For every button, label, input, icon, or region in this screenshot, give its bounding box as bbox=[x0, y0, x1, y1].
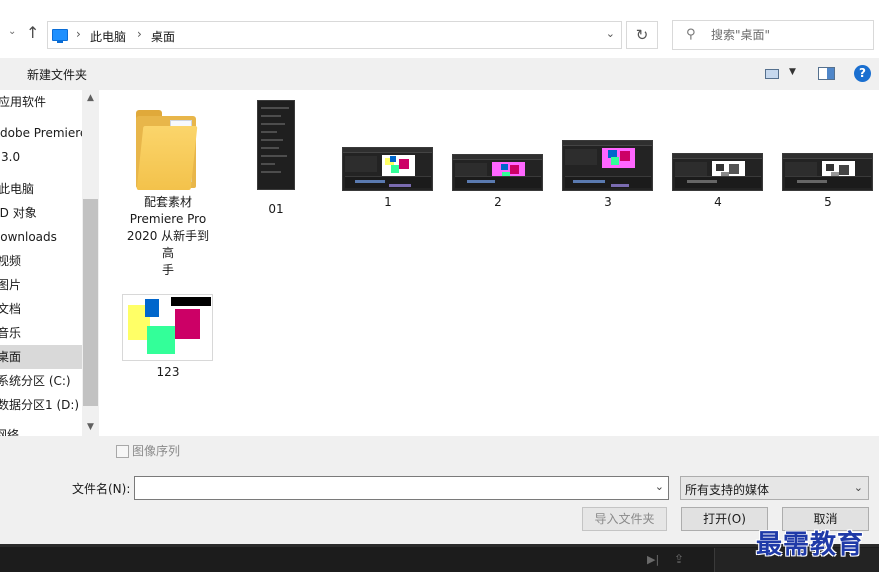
breadcrumb-separator-icon: › bbox=[76, 27, 81, 41]
filename-input[interactable] bbox=[139, 480, 644, 496]
file-thumbnail bbox=[342, 147, 433, 191]
watermark-text: 最需教育 bbox=[756, 530, 865, 560]
refresh-icon: ↻ bbox=[635, 26, 649, 44]
file-type-select[interactable]: 所有支持的媒体 ⌄ bbox=[680, 476, 869, 500]
file-thumbnail bbox=[122, 294, 213, 361]
folder-icon bbox=[136, 106, 200, 196]
search-icon: ⚲ bbox=[686, 27, 696, 42]
dialog-footer: 图像序列 文件名(N): ⌄ 所有支持的媒体 ⌄ 导入文件夹 打开(O) 取消 bbox=[0, 436, 879, 544]
file-label: 01 bbox=[268, 202, 284, 216]
preview-pane-icon[interactable] bbox=[818, 67, 835, 80]
new-folder-button[interactable]: 新建文件夹 bbox=[27, 66, 87, 83]
import-folder-button[interactable]: 导入文件夹 bbox=[582, 507, 667, 531]
file-label: 3 bbox=[604, 195, 612, 209]
nav-item-3d-objects[interactable]: 3D 对象 bbox=[0, 201, 82, 225]
nav-item-apps[interactable]: 应用软件 bbox=[0, 90, 82, 114]
chevron-down-icon: ⌄ bbox=[853, 481, 863, 494]
nav-scrollbar[interactable]: ▲ ▼ bbox=[82, 90, 99, 436]
file-type-value: 所有支持的媒体 bbox=[685, 483, 770, 497]
nav-item-desktop[interactable]: 桌面 bbox=[0, 345, 82, 369]
file-item-1[interactable]: 1 bbox=[340, 140, 436, 220]
address-bar[interactable]: › 此电脑 › 桌面 ⌄ bbox=[47, 21, 622, 49]
view-dropdown-chevron-icon[interactable]: ▼ bbox=[789, 67, 796, 77]
search-box[interactable]: ⚲ bbox=[672, 20, 874, 50]
file-item-3[interactable]: 3 bbox=[560, 140, 656, 220]
chevron-down-icon[interactable]: ⌄ bbox=[655, 480, 664, 493]
navigation-pane: 应用软件 Adobe Premiere 3.0 此电脑 3D 对象 Downlo… bbox=[0, 90, 100, 436]
refresh-button[interactable]: ↻ bbox=[626, 21, 658, 49]
file-label: 2 bbox=[494, 195, 502, 209]
recent-locations-chevron-icon[interactable]: ⌄ bbox=[8, 26, 16, 37]
nav-item-drive-d[interactable]: 数据分区1 (D:) bbox=[0, 393, 82, 417]
file-item-5[interactable]: 5 bbox=[780, 140, 876, 220]
nav-item-drive-c[interactable]: 系统分区 (C:) bbox=[0, 369, 82, 393]
file-item-4[interactable]: 4 bbox=[670, 140, 766, 220]
file-thumbnail bbox=[782, 153, 873, 191]
navigation-bar: ⌄ ↑ › 此电脑 › 桌面 ⌄ ↻ ⚲ bbox=[0, 0, 879, 58]
breadcrumb-this-pc[interactable]: 此电脑 bbox=[90, 28, 126, 45]
file-item-123[interactable]: 123 bbox=[122, 294, 214, 386]
nav-item-pictures[interactable]: 图片 bbox=[0, 273, 82, 297]
chevron-down-icon[interactable]: ⌄ bbox=[606, 27, 615, 40]
nav-item-downloads[interactable]: Downloads bbox=[0, 225, 82, 249]
file-label: 5 bbox=[824, 195, 832, 209]
file-thumbnail bbox=[672, 153, 763, 191]
file-item-2[interactable]: 2 bbox=[450, 140, 546, 220]
nav-item-adobe-premiere[interactable]: Adobe Premiere bbox=[0, 121, 82, 145]
breadcrumb-desktop[interactable]: 桌面 bbox=[151, 28, 175, 45]
background-app-strip: ▶| ⇪ bbox=[0, 544, 879, 572]
file-thumbnail bbox=[562, 140, 653, 191]
help-icon[interactable]: ? bbox=[854, 65, 871, 82]
file-label: 1 bbox=[384, 195, 392, 209]
file-list: 配套素材 Premiere Pro 2020 从新手到高 手 01 1 2 3 … bbox=[100, 90, 879, 436]
nav-item-music[interactable]: 音乐 bbox=[0, 321, 82, 345]
search-input[interactable] bbox=[711, 26, 869, 44]
file-label: 4 bbox=[714, 195, 722, 209]
view-options-icon[interactable] bbox=[765, 69, 779, 79]
open-button[interactable]: 打开(O) bbox=[681, 507, 768, 531]
file-label: 123 bbox=[156, 365, 180, 379]
this-pc-icon bbox=[52, 29, 68, 43]
scroll-thumb[interactable] bbox=[83, 199, 98, 406]
filename-combobox[interactable]: ⌄ bbox=[134, 476, 669, 500]
file-item-folder[interactable]: 配套素材 Premiere Pro 2020 从新手到高 手 bbox=[122, 98, 214, 277]
up-arrow-icon[interactable]: ↑ bbox=[26, 23, 39, 42]
image-sequence-label: 图像序列 bbox=[132, 444, 181, 458]
file-item-01[interactable]: 01 bbox=[240, 98, 312, 218]
file-thumbnail bbox=[257, 100, 295, 190]
nav-item-version[interactable]: 3.0 bbox=[0, 145, 82, 169]
nav-item-this-pc[interactable]: 此电脑 bbox=[0, 177, 82, 201]
breadcrumb-separator-icon: › bbox=[137, 27, 142, 41]
filename-label: 文件名(N): bbox=[72, 482, 131, 496]
file-thumbnail bbox=[452, 154, 543, 191]
export-frame-icon: ⇪ bbox=[674, 552, 685, 566]
command-toolbar: 新建文件夹 ▼ ? bbox=[0, 58, 879, 90]
file-label: 配套素材 Premiere Pro 2020 从新手到高 手 bbox=[126, 195, 210, 277]
scroll-up-arrow-icon[interactable]: ▲ bbox=[82, 90, 99, 107]
step-forward-icon: ▶| bbox=[647, 553, 660, 566]
nav-item-videos[interactable]: 视频 bbox=[0, 249, 82, 273]
image-sequence-checkbox[interactable] bbox=[116, 445, 129, 458]
nav-item-network[interactable]: 网络 bbox=[0, 423, 82, 436]
scroll-down-arrow-icon[interactable]: ▼ bbox=[82, 419, 99, 436]
nav-item-documents[interactable]: 文档 bbox=[0, 297, 82, 321]
